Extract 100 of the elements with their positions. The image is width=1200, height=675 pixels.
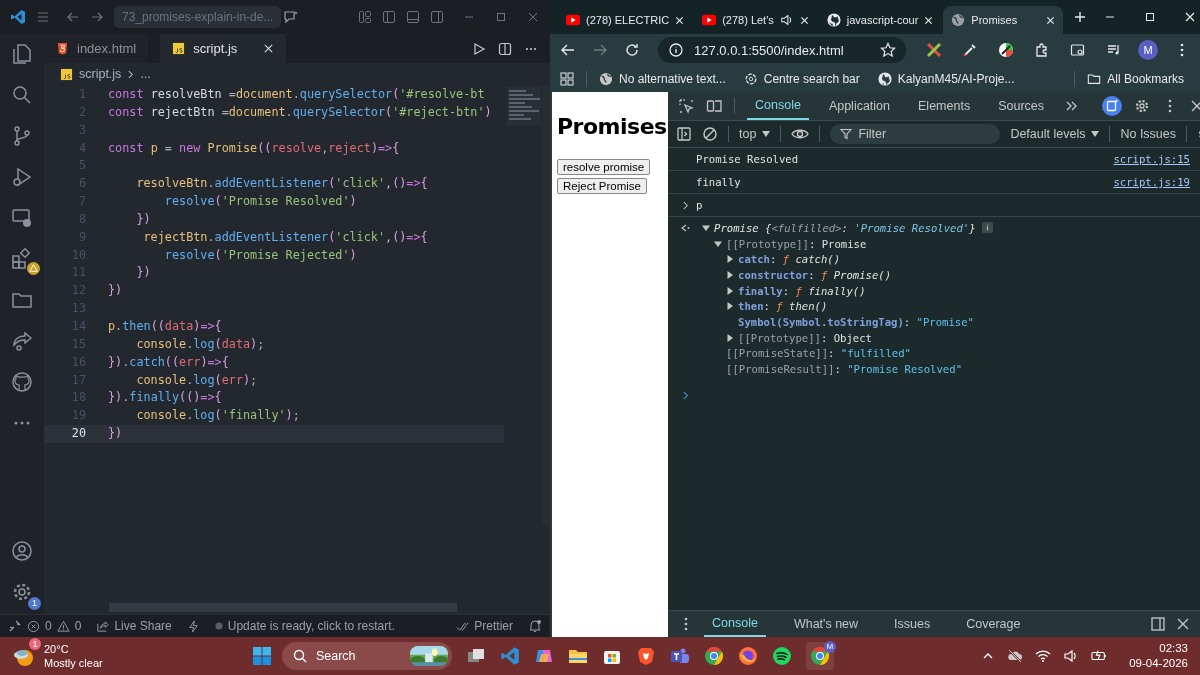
object-property[interactable]: [[PromiseState]]: "fulfilled" bbox=[726, 347, 911, 360]
browser-tab[interactable]: (278) ELECTRIC bbox=[558, 6, 693, 34]
lightning-icon[interactable] bbox=[186, 619, 200, 633]
bookmark[interactable]: KalyanM45/AI-Proje... bbox=[877, 72, 1015, 86]
pencil-cross-icon[interactable] bbox=[926, 42, 942, 58]
browser-tab[interactable]: javascript-cour bbox=[818, 6, 942, 34]
browser-tab[interactable]: (278) Let's bbox=[694, 6, 817, 34]
page-button[interactable]: resolve promise bbox=[557, 159, 651, 175]
live-share-icon[interactable] bbox=[10, 329, 34, 353]
vscode-logo-icon[interactable] bbox=[499, 646, 520, 666]
filter-field[interactable]: Filter bbox=[830, 124, 1001, 144]
devtools-tab[interactable]: Elements bbox=[910, 92, 979, 120]
bookmark[interactable]: Centre search bar bbox=[743, 72, 860, 86]
error-icon[interactable] bbox=[27, 619, 40, 633]
drawer-tab[interactable]: What's new bbox=[785, 611, 867, 637]
fox-icon[interactable] bbox=[737, 646, 758, 666]
files-icon[interactable] bbox=[10, 42, 34, 66]
lion-shield-icon[interactable] bbox=[635, 646, 656, 666]
source-link[interactable]: script.js:19 bbox=[1113, 176, 1190, 188]
collapsed-triangle-icon[interactable] bbox=[726, 255, 734, 264]
page-button[interactable]: Reject Promise bbox=[557, 178, 647, 194]
devtools-tab[interactable]: Sources bbox=[990, 92, 1052, 120]
more-tabs-icon[interactable] bbox=[1064, 99, 1078, 113]
object-property[interactable]: finally: ƒ finally() bbox=[738, 284, 866, 297]
clock-time[interactable]: 02:33 bbox=[1159, 641, 1188, 656]
object-property[interactable]: [[Prototype]]: Promise bbox=[726, 237, 867, 250]
remote-icon[interactable] bbox=[8, 619, 22, 633]
object-property[interactable]: [[Prototype]]: Object bbox=[738, 331, 872, 344]
context-dropdown[interactable]: top bbox=[739, 127, 771, 141]
cloud-off-icon[interactable] bbox=[1007, 648, 1024, 664]
color-wheel-icon[interactable] bbox=[998, 42, 1014, 58]
windows-start-icon[interactable] bbox=[251, 646, 272, 666]
sidebar-toggle-icon[interactable] bbox=[676, 126, 692, 142]
new-tab-icon[interactable] bbox=[1073, 10, 1088, 24]
collapsed-triangle-icon[interactable] bbox=[726, 333, 734, 342]
settings-icon[interactable] bbox=[1134, 98, 1150, 114]
forward-arrow-icon[interactable] bbox=[90, 10, 104, 24]
address-bar[interactable]: 127.0.0.1:5500/index.html bbox=[658, 37, 906, 63]
close-icon[interactable] bbox=[263, 43, 275, 54]
object-property[interactable]: [[PromiseResult]]: "Promise Resolved" bbox=[726, 363, 962, 376]
collapsed-triangle-icon[interactable] bbox=[726, 270, 734, 279]
inspect-icon[interactable] bbox=[678, 98, 694, 114]
forward-arrow-icon[interactable] bbox=[592, 42, 608, 58]
close-icon[interactable] bbox=[1190, 99, 1200, 113]
object-property[interactable]: Symbol(Symbol.toStringTag): "Promise" bbox=[738, 315, 974, 328]
issues-count[interactable]: No Issues bbox=[1120, 127, 1177, 141]
chat-sparkle-icon[interactable] bbox=[283, 9, 300, 25]
expanded-triangle-icon[interactable] bbox=[702, 223, 710, 232]
tab-search-icon[interactable] bbox=[1070, 42, 1086, 58]
source-link[interactable]: script.js:15 bbox=[1113, 153, 1190, 165]
update-message[interactable]: Update is ready, click to restart. bbox=[227, 619, 395, 633]
speaker-icon[interactable] bbox=[779, 13, 794, 27]
prompt-chevron-icon[interactable] bbox=[682, 391, 689, 401]
ai-assistant-icon[interactable] bbox=[1102, 96, 1122, 116]
taskbar-search[interactable]: Search bbox=[281, 642, 452, 670]
object-property[interactable]: constructor: ƒ Promise() bbox=[738, 268, 892, 281]
clear-console-icon[interactable] bbox=[702, 126, 718, 142]
browser-tab[interactable]: Promises bbox=[943, 6, 1064, 34]
sidebar-toggle-icon[interactable] bbox=[382, 10, 396, 24]
run-debug-icon[interactable] bbox=[10, 165, 34, 189]
clock-date[interactable]: 09-04-2026 bbox=[1129, 656, 1188, 671]
bookmark[interactable]: No alternative text... bbox=[599, 72, 726, 86]
collapsed-triangle-icon[interactable] bbox=[726, 286, 734, 295]
breadcrumb-item[interactable]: script.js bbox=[79, 67, 122, 81]
drawer-tab[interactable]: Issues bbox=[886, 611, 939, 637]
github-icon[interactable] bbox=[10, 370, 34, 394]
dock-side-icon[interactable] bbox=[1150, 616, 1166, 632]
split-editor-icon[interactable] bbox=[498, 41, 512, 56]
apps-grid-icon[interactable] bbox=[560, 72, 574, 86]
info-icon[interactable] bbox=[981, 222, 993, 234]
double-check-icon[interactable] bbox=[456, 619, 470, 633]
account-icon[interactable] bbox=[10, 539, 34, 563]
spotify-icon[interactable] bbox=[771, 646, 792, 666]
reload-icon[interactable] bbox=[624, 42, 640, 58]
levels-dropdown[interactable]: Default levels bbox=[1010, 127, 1100, 141]
close-icon[interactable] bbox=[1176, 617, 1190, 631]
bell-icon[interactable] bbox=[528, 619, 542, 633]
collapsed-triangle-icon[interactable] bbox=[726, 302, 734, 311]
drawer-tab[interactable]: Coverage bbox=[958, 611, 1029, 637]
live-share-status[interactable]: Live Share bbox=[114, 619, 172, 633]
remote-monitor-icon[interactable] bbox=[10, 206, 34, 230]
wifi-icon[interactable] bbox=[1035, 648, 1052, 664]
devtools-tab[interactable]: Application bbox=[820, 92, 899, 120]
secondary-sidebar-icon[interactable] bbox=[430, 10, 444, 24]
error-count[interactable]: 0 bbox=[45, 619, 52, 633]
site-info-icon[interactable] bbox=[668, 42, 684, 58]
device-toggle-icon[interactable] bbox=[706, 98, 722, 114]
formatter-status[interactable]: Prettier bbox=[474, 619, 513, 633]
chrome-icon[interactable] bbox=[703, 646, 724, 666]
warning-icon[interactable] bbox=[56, 619, 70, 633]
share-icon[interactable] bbox=[96, 619, 110, 633]
panel-toggle-icon[interactable] bbox=[406, 10, 420, 24]
object-property[interactable]: catch: ƒ catch() bbox=[738, 253, 841, 266]
layout-icon[interactable] bbox=[358, 10, 372, 24]
star-icon[interactable] bbox=[880, 42, 896, 58]
eyedropper-icon[interactable] bbox=[962, 42, 978, 58]
editor-tab[interactable]: script.js bbox=[160, 34, 287, 63]
temperature[interactable]: 20°C bbox=[44, 642, 103, 656]
weather-condition[interactable]: Mostly clear bbox=[44, 656, 103, 670]
expanded-triangle-icon[interactable] bbox=[714, 239, 722, 248]
